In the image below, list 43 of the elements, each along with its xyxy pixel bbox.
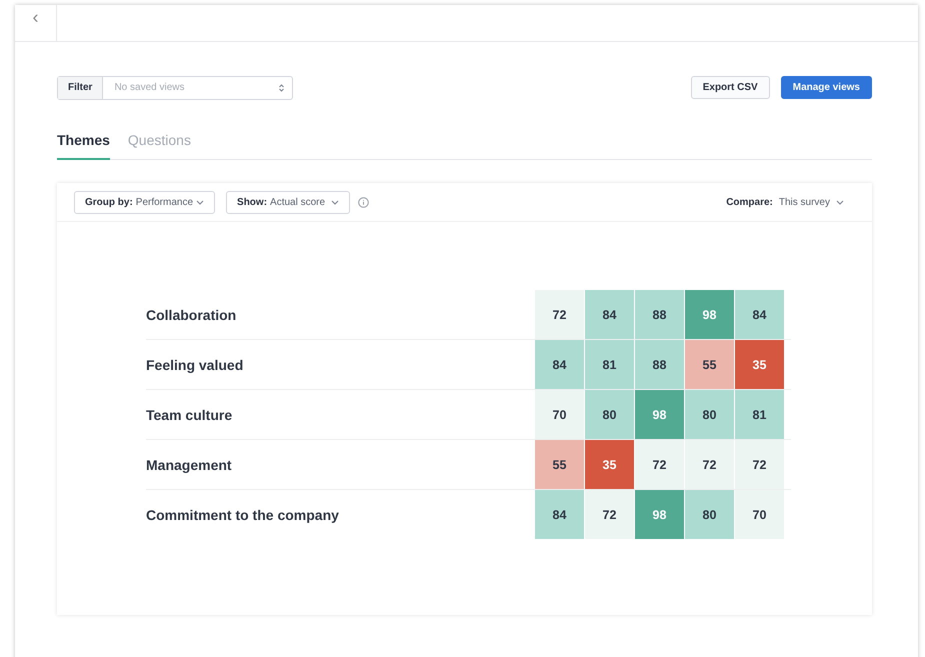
export-button[interactable]: Export CSV bbox=[690, 76, 770, 99]
theme-label: Management bbox=[146, 456, 233, 472]
score-cell: 80 bbox=[685, 490, 734, 539]
chevron-down-icon bbox=[836, 200, 844, 204]
score-cell: 88 bbox=[635, 340, 684, 389]
back-button[interactable]: ‹ bbox=[15, 5, 57, 41]
score-cell: 98 bbox=[635, 390, 684, 439]
filter-label: Filter bbox=[58, 76, 104, 98]
filter-control[interactable]: Filter No saved views bbox=[57, 76, 294, 100]
score-cell: 70 bbox=[735, 490, 784, 539]
score-cell: 70 bbox=[535, 390, 584, 439]
score-cell: 84 bbox=[535, 490, 584, 539]
score-cell: 80 bbox=[585, 390, 634, 439]
score-cell: 80 bbox=[685, 390, 734, 439]
group-by-dropdown[interactable]: Group by: Performance bbox=[74, 190, 216, 214]
tab[interactable]: Themes bbox=[57, 132, 110, 160]
score-cell: 35 bbox=[735, 340, 784, 389]
score-cell: 84 bbox=[735, 290, 784, 339]
score-cell: 72 bbox=[685, 440, 734, 489]
info-icon[interactable] bbox=[358, 196, 369, 208]
score-cell: 72 bbox=[635, 440, 684, 489]
score-cell: 81 bbox=[735, 390, 784, 439]
score-cell: 72 bbox=[535, 290, 584, 339]
sort-arrows-icon bbox=[279, 84, 284, 92]
score-cell: 72 bbox=[735, 440, 784, 489]
show-dropdown[interactable]: Show: Actual score bbox=[226, 190, 350, 214]
score-cell: 55 bbox=[535, 440, 584, 489]
score-cell: 98 bbox=[685, 290, 734, 339]
chevron-down-icon bbox=[196, 200, 204, 204]
chevron-down-icon bbox=[330, 200, 339, 204]
theme-label: Collaboration bbox=[146, 306, 238, 322]
score-cell: 84 bbox=[535, 340, 584, 389]
theme-label: Commitment to the company bbox=[146, 506, 340, 522]
manage-views-button[interactable]: Manage views bbox=[780, 76, 872, 99]
score-cell: 35 bbox=[585, 440, 634, 489]
score-cell: 84 bbox=[585, 290, 634, 339]
score-cell: 72 bbox=[585, 490, 634, 539]
score-cell: 55 bbox=[685, 340, 734, 389]
theme-label: Feeling valued bbox=[146, 356, 244, 372]
score-cell: 81 bbox=[585, 340, 634, 389]
score-cell: 98 bbox=[635, 490, 684, 539]
score-cell: 88 bbox=[635, 290, 684, 339]
theme-label: Team culture bbox=[146, 406, 234, 422]
